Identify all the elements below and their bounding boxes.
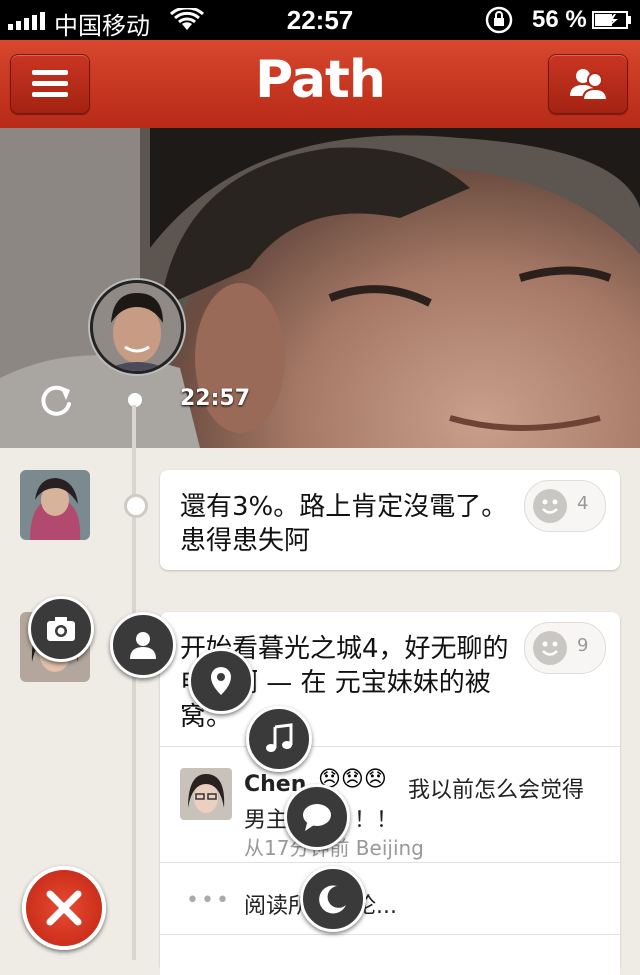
refresh-icon[interactable] [36, 380, 76, 420]
chat-icon [303, 804, 331, 831]
close-menu-button[interactable] [22, 866, 106, 950]
divider [160, 746, 620, 747]
battery-percent: 56 % [532, 6, 587, 33]
profile-avatar[interactable] [90, 280, 184, 374]
status-bar: 中国移动 22:57 56 % [0, 0, 640, 40]
smile-icon [533, 631, 567, 665]
people-button[interactable] [110, 612, 176, 678]
camera-button[interactable] [28, 596, 94, 662]
sleep-button[interactable] [300, 866, 366, 932]
next-post-card[interactable] [160, 934, 620, 975]
timeline-dot [124, 494, 148, 518]
comment-avatar-image [180, 768, 232, 820]
smile-count: 4 [577, 493, 589, 514]
smile-button[interactable]: 4 [524, 480, 606, 532]
camera-icon [47, 617, 75, 641]
thought-button[interactable] [284, 784, 350, 850]
friends-icon [570, 69, 608, 101]
music-icon [266, 723, 293, 752]
post-card[interactable]: 還有3%。路上肯定沒電了。患得患失阿 4 [160, 470, 620, 570]
timeline-line [132, 405, 136, 960]
smile-count: 9 [577, 635, 589, 656]
comment-text: 我以前怎么会觉得 [408, 778, 585, 803]
close-icon [46, 890, 82, 926]
more-icon: ••• [186, 888, 231, 913]
location-button[interactable] [188, 648, 254, 714]
cover-photo-image [0, 128, 640, 448]
music-button[interactable] [246, 706, 312, 772]
cover-photo[interactable] [0, 128, 640, 448]
moon-icon [319, 885, 346, 914]
post-text: 還有3%。路上肯定沒電了。患得患失阿 [180, 492, 508, 556]
divider [160, 862, 620, 863]
smile-button[interactable]: 9 [524, 622, 606, 674]
cover-time: 22:57 [180, 386, 251, 411]
app-logo: Path [255, 50, 386, 110]
battery-icon [592, 11, 631, 29]
friends-button[interactable] [548, 54, 628, 114]
post-avatar-image [20, 470, 90, 540]
smile-icon [533, 489, 567, 523]
person-icon [130, 632, 156, 659]
location-icon [211, 667, 231, 695]
post-avatar[interactable] [20, 470, 90, 540]
nav-bar: Path [0, 40, 640, 129]
rotation-lock-icon [485, 6, 513, 34]
comment-avatar[interactable] [180, 768, 232, 820]
profile-avatar-image [93, 283, 181, 371]
